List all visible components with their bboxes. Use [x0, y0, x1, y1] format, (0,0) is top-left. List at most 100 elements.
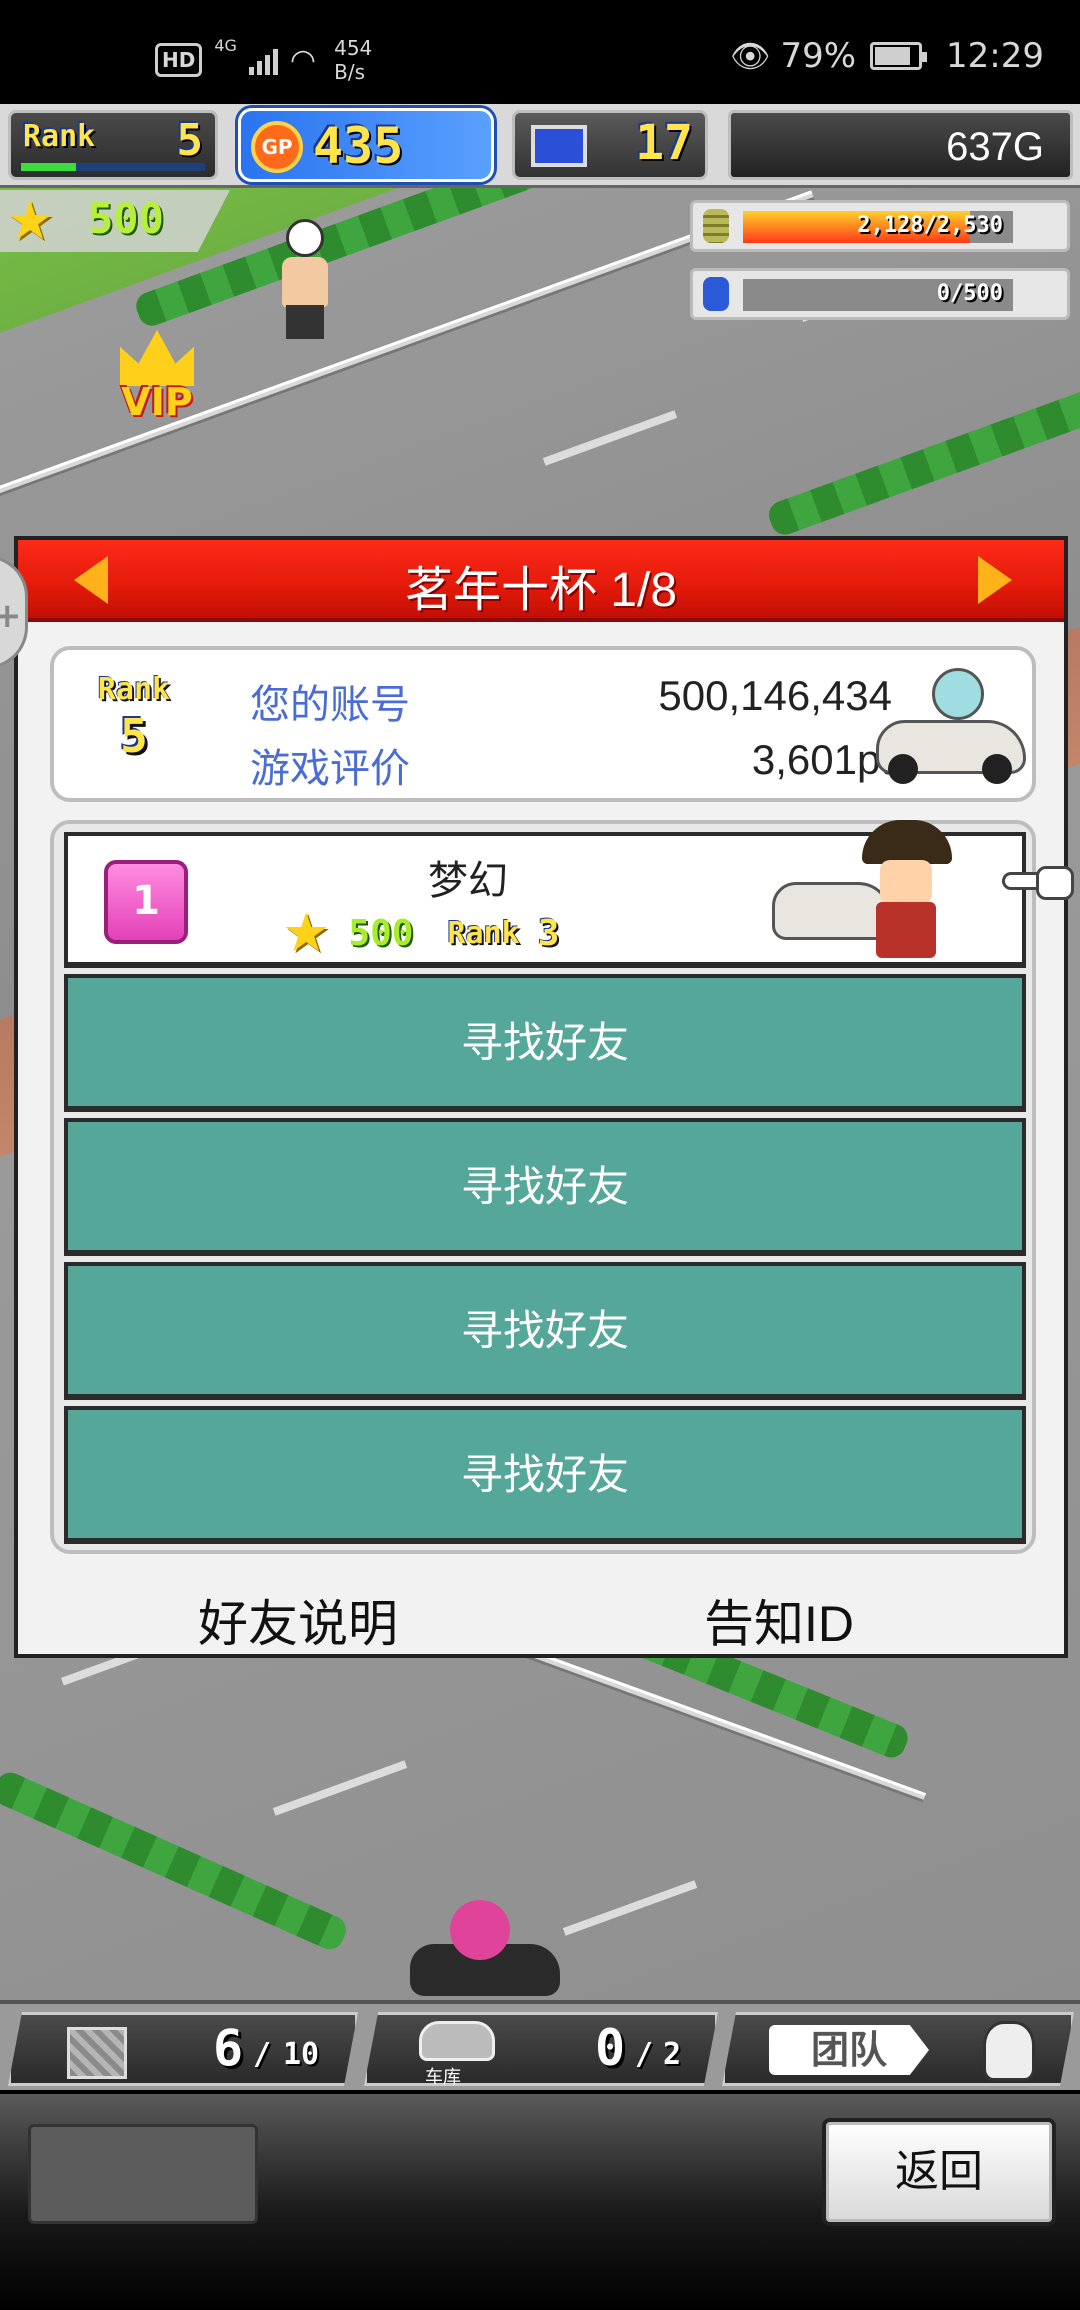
team-face-icon [983, 2021, 1035, 2081]
friend-help-button[interactable]: 好友说明 [198, 1584, 398, 1656]
friend-rank-value: 3 [537, 912, 560, 954]
npc-head [286, 219, 324, 257]
status-bar: HD 4G ◠ 454 B/s 👁 79% 12:29 [0, 0, 1080, 104]
find-friend-label: 寻找好友 [460, 1019, 629, 1066]
player-kart[interactable] [410, 1900, 560, 2000]
fuel-text: 2,128/2,530 [857, 213, 1003, 238]
account-id-label: 您的账号 [250, 683, 410, 727]
hedge [765, 383, 1080, 539]
find-friend-button[interactable]: 寻找好友 [64, 974, 1026, 1112]
dialog-header: 茗年十杯 1/8 [18, 540, 1064, 622]
bottle-meter: 0/500 [690, 268, 1070, 320]
garage-separator: / [635, 2037, 654, 2072]
find-friend-button[interactable]: 寻找好友 [64, 1406, 1026, 1544]
gp-value: 435 [313, 117, 404, 175]
network-type: 4G [214, 36, 237, 55]
bottle-text: 0/500 [936, 281, 1003, 306]
garage-current: 0 [595, 2019, 626, 2077]
computer-panel[interactable]: 17 [512, 110, 708, 180]
account-panel: Rank 5 您的账号 500,146,434 游戏评价 3,601pt [50, 646, 1036, 802]
hedge [0, 1768, 351, 1954]
friend-stats: ★ 500 Rank 3 [282, 906, 559, 960]
battery-icon [870, 42, 928, 70]
cup-dialog: 茗年十杯 1/8 Rank 5 您的账号 500,146,434 游戏评价 3,… [14, 536, 1068, 1658]
plus-icon: + [0, 596, 22, 636]
storage-separator: / [253, 2037, 272, 2072]
find-friend-label: 寻找好友 [460, 1307, 629, 1354]
net-speed-unit: B/s [334, 60, 365, 84]
rank-panel[interactable]: Rank 5 [8, 110, 218, 180]
storage-slot[interactable]: 6 / 10 [8, 2012, 358, 2086]
money-display: 637G [728, 110, 1073, 180]
road-marking [542, 410, 678, 466]
stars-value: 500 [88, 194, 164, 243]
account-rank-label: Rank [97, 672, 171, 707]
gp-coin-icon: GP [251, 121, 303, 173]
npc-legs [286, 305, 324, 339]
bottom-panel: 返回 [0, 2094, 1080, 2310]
fuel-meter: 2,128/2,530 [690, 200, 1070, 252]
bottle-icon [703, 277, 729, 311]
dialog-title: 茗年十杯 1/8 [404, 564, 678, 617]
computer-icon [531, 125, 587, 167]
rating-label: 游戏评价 [250, 747, 410, 791]
dialog-footer: 好友说明 告知ID [18, 1574, 1064, 1654]
signal-icon [248, 45, 278, 75]
garage-label: 车库 [425, 2067, 461, 2088]
team-label: 团队 [769, 2025, 929, 2075]
friend-name: 梦幻 [428, 859, 508, 903]
net-speed: 454 B/s [334, 36, 372, 84]
hd-icon: HD [155, 43, 203, 77]
status-right: 👁 79% 12:29 [730, 36, 1044, 76]
account-rank-badge: Rank 5 [88, 672, 180, 763]
right-arrow-icon[interactable] [978, 556, 1012, 604]
share-id-button[interactable]: 告知ID [704, 1584, 854, 1656]
storage-current: 6 [213, 2019, 244, 2077]
computer-value: 17 [635, 115, 693, 171]
friend-stars: 500 [348, 912, 414, 954]
team-slot[interactable]: 团队 [722, 2012, 1074, 2086]
account-rank-value: 5 [120, 709, 148, 763]
find-friend-button[interactable]: 寻找好友 [64, 1262, 1026, 1400]
friend-card[interactable]: 1 梦幻 ★ 500 Rank 3 [64, 820, 1026, 968]
eye-icon: 👁 [729, 37, 771, 75]
star-icon: ★ [282, 901, 331, 964]
vip-badge[interactable]: VIP [92, 330, 222, 440]
gp-panel[interactable]: GP 435 [238, 108, 494, 182]
rank-value: 5 [176, 115, 204, 166]
car-wheel [888, 754, 918, 784]
vip-label: VIP [121, 380, 193, 424]
wifi-icon: ◠ [289, 42, 317, 78]
friend-car [772, 882, 892, 940]
find-friend-button[interactable]: 寻找好友 [64, 1118, 1026, 1256]
car-wheel [982, 754, 1012, 784]
find-friend-label: 寻找好友 [460, 1451, 629, 1498]
rank-progress [21, 163, 205, 171]
road-marking [272, 1760, 408, 1816]
account-id-value: 500,146,434 [658, 672, 892, 719]
crown-icon [120, 330, 194, 386]
bottom-status-bar: 6 / 10 车库 0 / 2 团队 [0, 2000, 1080, 2090]
npc-body [282, 257, 328, 307]
stars-panel: ★ 500 [0, 190, 230, 252]
garage-slot[interactable]: 车库 0 / 2 [364, 2012, 718, 2086]
friend-avatar [772, 820, 952, 960]
palm [1036, 866, 1074, 900]
driver-helmet [450, 1900, 510, 1960]
top-hud: Rank 5 GP 435 17 637G [0, 104, 1080, 188]
pointing-hand-icon [1002, 862, 1076, 902]
storage-max: 10 [283, 2037, 320, 2072]
find-friend-label: 寻找好友 [460, 1163, 629, 1210]
pirate-body [876, 902, 936, 958]
back-button[interactable]: 返回 [822, 2118, 1056, 2226]
npc-character[interactable] [270, 219, 340, 339]
clock: 12:29 [946, 36, 1044, 76]
star-icon: ★ [6, 189, 55, 252]
pirate-face [880, 860, 932, 904]
coin-stack-icon [703, 209, 729, 243]
crate-icon [67, 2027, 127, 2079]
rating-value: 3,601pt [751, 736, 892, 783]
driver-head [932, 668, 984, 720]
friend-rank-label: Rank [447, 915, 520, 951]
empty-slot [28, 2124, 258, 2224]
